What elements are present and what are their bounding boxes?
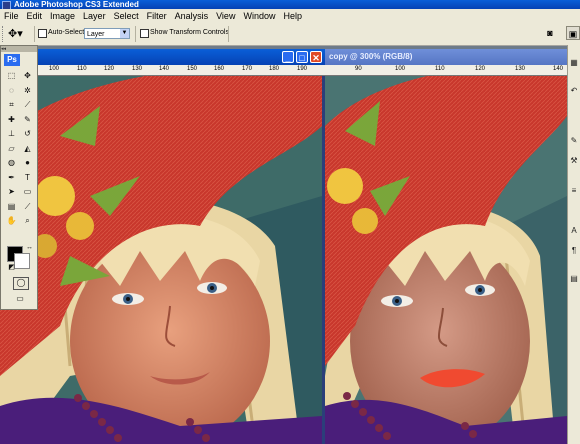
type-tool-icon[interactable]: T — [21, 172, 34, 184]
options-divider — [34, 26, 35, 42]
clone-stamp-tool-icon[interactable]: ⊥ — [5, 128, 18, 140]
shape-tool-icon[interactable]: ▭ — [21, 186, 34, 198]
auto-select-value: Layer — [87, 31, 105, 38]
auto-select-label: Auto-Select: — [48, 29, 87, 36]
document-title[interactable]: copy @ 300% (RGB/8) — [325, 49, 567, 65]
layer-comps-panel-icon[interactable]: ≡ — [569, 185, 579, 196]
brush-tool-icon[interactable]: ✎ — [21, 114, 34, 126]
default-colors-icon[interactable]: ◩ — [5, 262, 18, 274]
options-bar-grip[interactable] — [2, 26, 6, 42]
photoshop-app-icon — [2, 1, 11, 9]
history-brush-tool-icon[interactable]: ↺ — [21, 128, 34, 140]
crop-tool-icon[interactable]: ⌗ — [5, 99, 18, 111]
quick-mask-icon[interactable]: ◯ — [13, 277, 29, 290]
ruler-tick: 120 — [104, 66, 115, 72]
ruler-tick: 100 — [395, 66, 406, 72]
menu-select[interactable]: Select — [110, 9, 143, 23]
camera-icon[interactable]: ◙ — [543, 26, 557, 40]
eraser-tool-icon[interactable]: ▱ — [5, 143, 18, 155]
ruler-tick: 90 — [355, 66, 362, 72]
character-panel-icon[interactable]: A — [569, 225, 579, 236]
tool-presets-panel-icon[interactable]: ⚒ — [569, 155, 579, 166]
ruler-tick: 110 — [77, 66, 87, 72]
horizontal-ruler: 90 100 110 120 130 140 — [325, 65, 567, 76]
ruler-tick: 130 — [515, 66, 526, 72]
toolbox-collapse[interactable]: ◂◂ — [1, 46, 37, 52]
path-selection-tool-icon[interactable]: ➤ — [5, 186, 18, 198]
dodge-tool-icon[interactable]: ● — [21, 157, 34, 169]
canvas-image-copy[interactable] — [325, 76, 567, 444]
toolbox-panel: ◂◂ Ps ⬚ ✥ ◌ ✲ ⌗ ⟋ ✚ ✎ ⊥ ↺ ▱ ◭ ◍ ● ✒ T ➤ ▭ ▤ ⟋ ✋ ⌕ ↔ ◩ ◯ ▭ — [0, 45, 38, 310]
pen-tool-icon[interactable]: ✒ — [5, 172, 18, 184]
menu-filter[interactable]: Filter — [143, 9, 171, 23]
menu-view[interactable]: View — [212, 9, 239, 23]
chevron-down-icon: ▼ — [120, 29, 129, 38]
paint-bucket-tool-icon[interactable]: ◭ — [21, 143, 34, 155]
screen-mode-icon[interactable]: ▭ — [13, 293, 27, 305]
maximize-button[interactable]: □ — [296, 51, 308, 63]
eyedropper-tool-icon[interactable]: ⟋ — [21, 201, 34, 213]
tool-preset-picker[interactable]: ✥▾ — [8, 27, 32, 41]
portrait-photo-retouched — [325, 76, 567, 444]
healing-brush-tool-icon[interactable]: ✚ — [5, 114, 18, 126]
menu-image[interactable]: Image — [46, 9, 79, 23]
document-title-bar[interactable] — [0, 49, 325, 65]
menu-edit[interactable]: Edit — [23, 9, 47, 23]
navigator-panel-icon[interactable]: ▦ — [569, 57, 579, 68]
ruler-tick: 170 — [242, 66, 253, 72]
workspace-icon[interactable]: ▣ — [566, 26, 580, 40]
app-title: Adobe Photoshop CS3 Extended — [14, 0, 139, 9]
blur-tool-icon[interactable]: ◍ — [5, 157, 18, 169]
auto-select-checkbox[interactable] — [38, 29, 47, 38]
show-transform-label: Show Transform Controls — [150, 29, 229, 36]
minimize-button[interactable]: _ — [282, 51, 294, 63]
ruler-tick: 100 — [49, 66, 60, 72]
ruler-tick: 150 — [187, 66, 198, 72]
hand-tool-icon[interactable]: ✋ — [5, 215, 18, 227]
history-panel-icon[interactable]: ↶ — [569, 85, 579, 96]
zoom-tool-icon[interactable]: ⌕ — [21, 215, 34, 227]
canvas-image-original[interactable] — [0, 76, 322, 444]
document-window-copy: copy @ 300% (RGB/8) 90 100 110 120 130 1… — [325, 49, 567, 444]
horizontal-ruler: 90 100 110 120 130 140 150 160 170 180 1… — [0, 65, 325, 76]
options-bar: ✥▾ Auto-Select: Layer ▼ Show Transform Co… — [0, 23, 580, 46]
menu-layer[interactable]: Layer — [79, 9, 110, 23]
menu-file[interactable]: File — [0, 9, 23, 23]
ruler-tick: 160 — [214, 66, 225, 72]
move-tool-icon[interactable]: ✥ — [21, 70, 34, 82]
brushes-panel-icon[interactable]: ✎ — [569, 135, 579, 146]
ruler-tick: 130 — [132, 66, 143, 72]
auto-select-dropdown[interactable]: Layer ▼ — [84, 28, 130, 39]
ruler-tick: 120 — [475, 66, 486, 72]
close-button[interactable]: ✕ — [310, 51, 322, 63]
ruler-tick: 110 — [435, 66, 445, 72]
notes-tool-icon[interactable]: ▤ — [5, 201, 18, 213]
lasso-tool-icon[interactable]: ◌ — [5, 85, 18, 97]
show-transform-checkbox[interactable] — [140, 29, 149, 38]
swap-colors-icon[interactable]: ↔ — [23, 242, 36, 254]
ruler-tick: 180 — [269, 66, 280, 72]
ps-logo[interactable]: Ps — [4, 54, 20, 66]
marquee-tool-icon[interactable]: ⬚ — [5, 70, 18, 82]
options-divider — [135, 26, 136, 42]
info-panel-icon[interactable]: ▤ — [569, 273, 579, 284]
document-window-original: _ □ ✕ 90 100 110 120 130 140 150 160 170… — [0, 49, 325, 444]
menu-window[interactable]: Window — [239, 9, 279, 23]
menu-bar: File Edit Image Layer Select Filter Analysis Vi… — [0, 9, 580, 24]
docked-panels-strip: ▦ ↶ ✎ ⚒ ≡ A ¶ ▤ — [567, 45, 580, 444]
move-tool-icon: ✥▾ — [8, 28, 23, 40]
menu-analysis[interactable]: Analysis — [171, 9, 213, 23]
ruler-tick: 140 — [553, 66, 564, 72]
portrait-photo — [0, 76, 322, 444]
options-divider — [228, 26, 229, 42]
magic-wand-tool-icon[interactable]: ✲ — [21, 85, 34, 97]
slice-tool-icon[interactable]: ⟋ — [21, 99, 34, 111]
ruler-tick: 190 — [297, 66, 308, 72]
paragraph-panel-icon[interactable]: ¶ — [569, 245, 579, 256]
ruler-tick: 140 — [159, 66, 170, 72]
menu-help[interactable]: Help — [279, 9, 306, 23]
app-title-bar: Adobe Photoshop CS3 Extended — [0, 0, 580, 9]
